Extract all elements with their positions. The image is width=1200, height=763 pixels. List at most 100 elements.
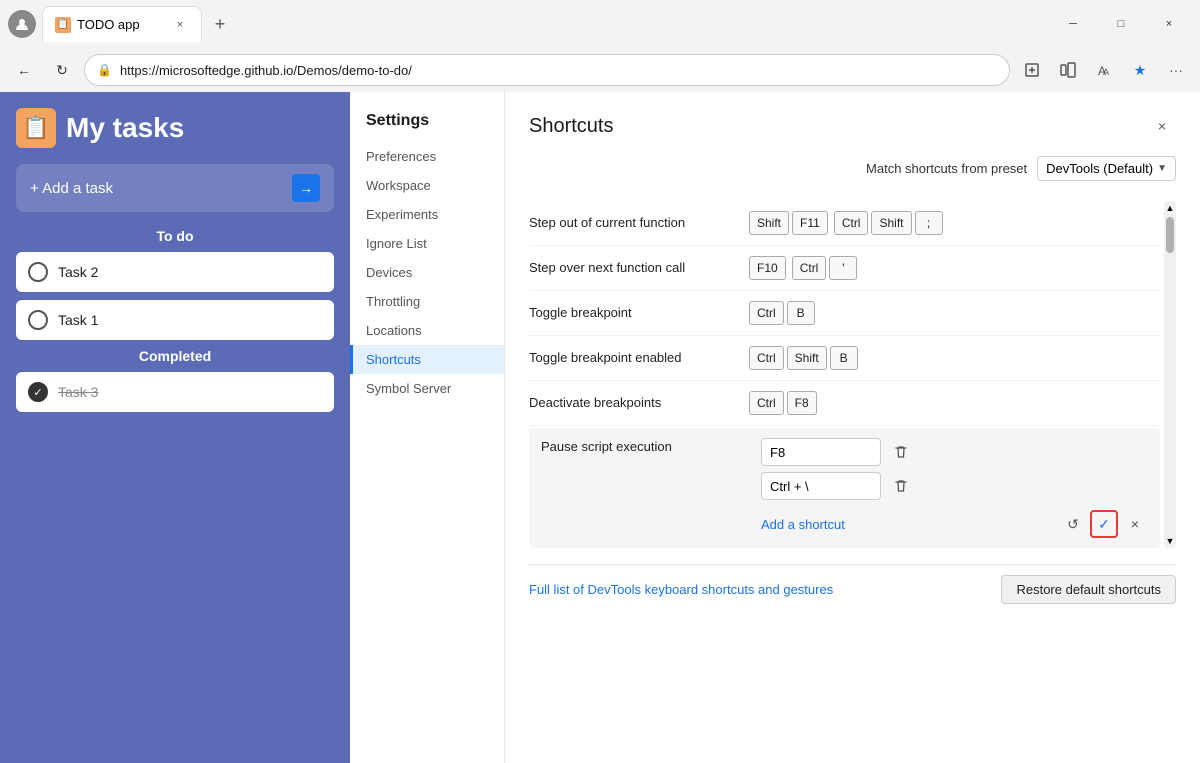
key-ctrl-1: Ctrl	[834, 211, 869, 235]
profile-icon[interactable]	[8, 10, 36, 38]
favorites-button[interactable]: ★	[1124, 54, 1156, 86]
shortcut-toggle-bp-enabled: Toggle breakpoint enabled Ctrl Shift B	[529, 336, 1160, 381]
shortcut-deactivate-bp-keys: Ctrl F8	[749, 391, 1160, 415]
pause-input-1[interactable]	[761, 438, 881, 466]
scrollbar: ▲ ▼	[1164, 201, 1176, 548]
key-group-ctrl-apos: Ctrl '	[792, 256, 858, 280]
settings-title: Settings	[350, 104, 504, 142]
url-text: https://microsoftedge.github.io/Demos/de…	[120, 63, 997, 78]
devtools-link[interactable]: Full list of DevTools keyboard shortcuts…	[529, 582, 833, 597]
editable-input-row-1	[761, 438, 1148, 466]
sidebar-item-throttling[interactable]: Throttling	[350, 287, 504, 316]
sidebar-item-workspace[interactable]: Workspace	[350, 171, 504, 200]
key-ctrl-2: Ctrl	[792, 256, 827, 280]
key-f11: F11	[792, 211, 828, 235]
shortcuts-header: Shortcuts ×	[529, 112, 1176, 140]
key-group-ctrl-f8: Ctrl F8	[749, 391, 817, 415]
key-group-ctrl-b: Ctrl B	[749, 301, 815, 325]
todo-section-title: To do	[16, 228, 334, 244]
sidebar-item-ignore-list[interactable]: Ignore List	[350, 229, 504, 258]
scroll-thumb[interactable]	[1166, 217, 1174, 253]
key-f10: F10	[749, 256, 786, 280]
confirm-button[interactable]: ✓	[1090, 510, 1118, 538]
sidebar-item-experiments[interactable]: Experiments	[350, 200, 504, 229]
shortcuts-close-button[interactable]: ×	[1148, 112, 1176, 140]
address-bar[interactable]: 🔒 https://microsoftedge.github.io/Demos/…	[84, 54, 1010, 86]
sidebar-item-locations[interactable]: Locations	[350, 316, 504, 345]
close-window-button[interactable]: ×	[1146, 8, 1192, 40]
editable-input-row-2	[761, 472, 1148, 500]
active-tab[interactable]: 📋 TODO app ×	[42, 6, 202, 42]
window-controls: ─ □ ×	[1050, 8, 1192, 40]
delete-input-2-button[interactable]	[889, 474, 913, 498]
preset-select[interactable]: DevTools (Default) ▼	[1037, 156, 1176, 181]
maximize-button[interactable]: □	[1098, 8, 1144, 40]
pause-row-inner: Pause script execution	[541, 438, 1148, 538]
key-ctrl-3: Ctrl	[749, 301, 784, 325]
key-b: B	[787, 301, 815, 325]
key-group-f10: F10	[749, 256, 786, 280]
undo-button[interactable]: ↺	[1060, 511, 1086, 537]
shortcut-step-out-name: Step out of current function	[529, 214, 729, 232]
sidebar-item-devices[interactable]: Devices	[350, 258, 504, 287]
scroll-up-button[interactable]: ▲	[1164, 201, 1177, 215]
shortcut-toggle-bp-name: Toggle breakpoint	[529, 304, 729, 322]
restore-defaults-button[interactable]: Restore default shortcuts	[1001, 575, 1176, 604]
shortcut-toggle-bp-enabled-keys: Ctrl Shift B	[749, 346, 1160, 370]
add-shortcut-link[interactable]: Add a shortcut	[761, 513, 845, 536]
add-task-label: + Add a task	[30, 180, 292, 197]
read-aloud-button[interactable]: AA	[1088, 54, 1120, 86]
shortcuts-panel-title: Shortcuts	[529, 115, 613, 138]
refresh-button[interactable]: ↻	[46, 54, 78, 86]
web-capture-button[interactable]	[1016, 54, 1048, 86]
task1-text: Task 1	[58, 312, 98, 328]
task3-checkbox[interactable]: ✓	[28, 382, 48, 402]
shortcut-toggle-bp: Toggle breakpoint Ctrl B	[529, 291, 1160, 336]
completed-section: Completed ✓ Task 3	[16, 348, 334, 412]
task2-checkbox[interactable]	[28, 262, 48, 282]
sidebar-item-preferences[interactable]: Preferences	[350, 142, 504, 171]
shortcut-toggle-bp-keys: Ctrl B	[749, 301, 1160, 325]
task-item-task1[interactable]: Task 1	[16, 300, 334, 340]
task3-text: Task 3	[58, 384, 98, 400]
key-shift: Shift	[749, 211, 789, 235]
shortcut-pause-name: Pause script execution	[541, 438, 741, 456]
back-button[interactable]: ←	[8, 54, 40, 86]
shortcut-toggle-bp-enabled-name: Toggle breakpoint enabled	[529, 349, 729, 367]
key-shift-1: Shift	[871, 211, 911, 235]
key-apos: '	[829, 256, 857, 280]
add-task-arrow-icon: →	[292, 174, 320, 202]
sidebar-item-symbol-server[interactable]: Symbol Server	[350, 374, 504, 403]
shortcuts-content: Shortcuts × Match shortcuts from preset …	[505, 92, 1200, 763]
settings-menu-button[interactable]: ···	[1160, 54, 1192, 86]
sidebar-item-shortcuts[interactable]: Shortcuts	[350, 345, 504, 374]
task1-checkbox[interactable]	[28, 310, 48, 330]
pause-input-2[interactable]	[761, 472, 881, 500]
cancel-edit-button[interactable]: ×	[1122, 511, 1148, 537]
shortcut-step-out: Step out of current function Shift F11 C…	[529, 201, 1160, 246]
settings-panel: Settings Preferences Workspace Experimen…	[350, 92, 1200, 763]
task-item-task3[interactable]: ✓ Task 3	[16, 372, 334, 412]
shortcut-deactivate-bp-name: Deactivate breakpoints	[529, 394, 729, 412]
key-group-ctrl-shift-b: Ctrl Shift B	[749, 346, 858, 370]
task-item-task2[interactable]: Task 2	[16, 252, 334, 292]
tab-bar: 📋 TODO app × +	[42, 6, 1044, 42]
key-group-ctrl-shift-semi: Ctrl Shift ;	[834, 211, 943, 235]
tab-close-button[interactable]: ×	[171, 16, 189, 34]
shortcut-pause-editable: Pause script execution	[529, 428, 1160, 548]
add-task-button[interactable]: + Add a task →	[16, 164, 334, 212]
todo-panel: 📋 My tasks + Add a task → To do Task 2 T…	[0, 92, 350, 763]
editable-inputs: Add a shortcut ↺ ✓ ×	[761, 438, 1148, 538]
task2-text: Task 2	[58, 264, 98, 280]
scroll-down-button[interactable]: ▼	[1164, 534, 1177, 548]
key-ctrl-5: Ctrl	[749, 391, 784, 415]
todo-header: 📋 My tasks	[16, 108, 334, 148]
shortcut-deactivate-bp: Deactivate breakpoints Ctrl F8	[529, 381, 1160, 426]
nav-bar: ← ↻ 🔒 https://microsoftedge.github.io/De…	[0, 48, 1200, 92]
new-tab-button[interactable]: +	[206, 10, 234, 38]
delete-input-1-button[interactable]	[889, 440, 913, 464]
minimize-button[interactable]: ─	[1050, 8, 1096, 40]
nav-actions: AA ★ ···	[1016, 54, 1192, 86]
collections-button[interactable]	[1052, 54, 1084, 86]
preset-label: Match shortcuts from preset	[866, 161, 1027, 176]
